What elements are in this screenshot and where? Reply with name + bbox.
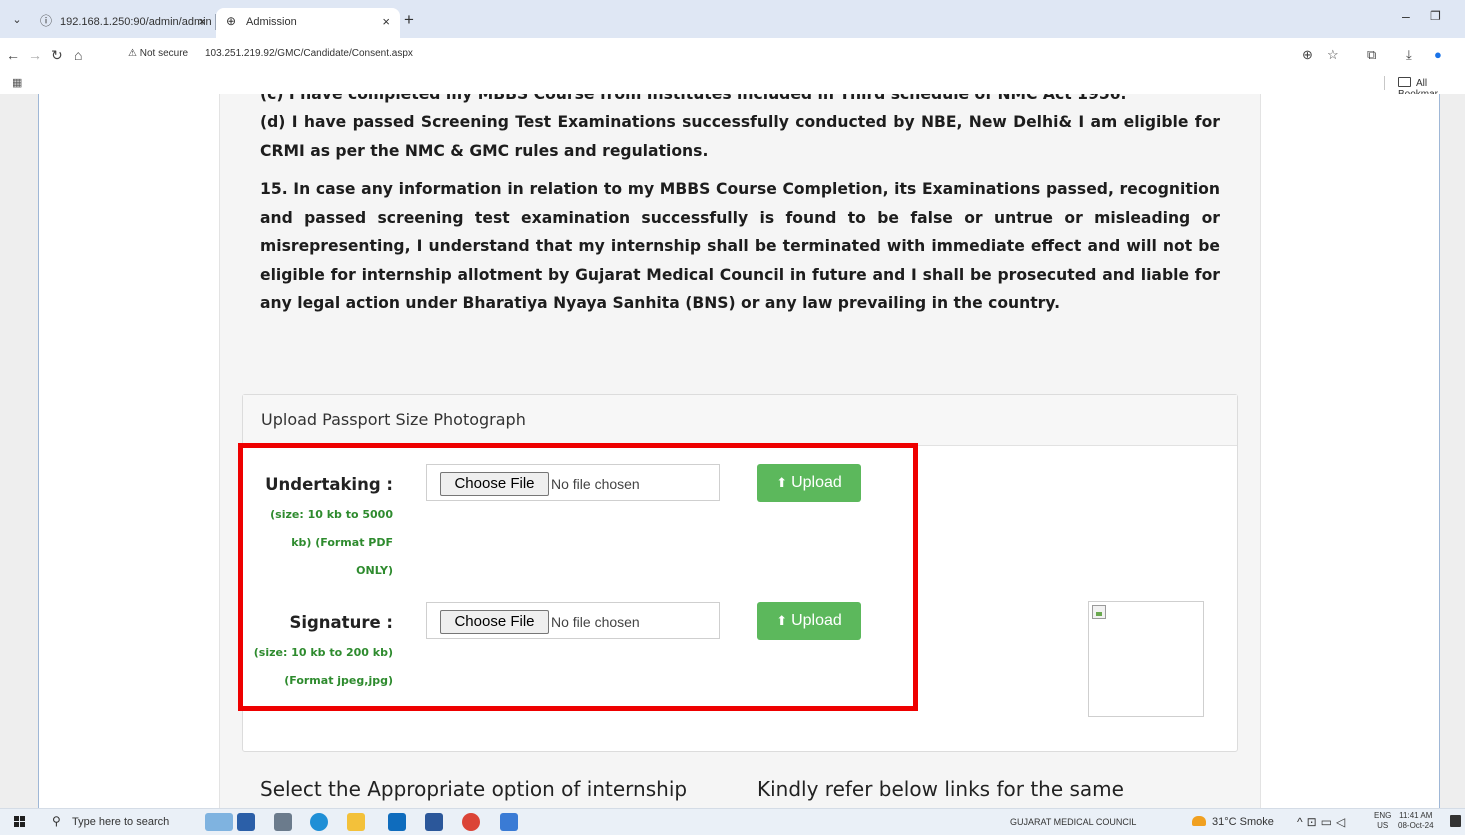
news-widget-icon[interactable]	[205, 813, 233, 831]
signature-hint-2: (Format jpeg,jpg)	[284, 674, 393, 687]
upload-card-header: Upload Passport Size Photograph	[243, 395, 1237, 446]
new-tab-button[interactable]: +	[404, 10, 414, 30]
broken-image-icon	[1092, 605, 1106, 619]
signature-choose-file-button[interactable]: Choose File	[440, 610, 549, 634]
bookmark-star-icon[interactable]: ☆	[1327, 47, 1339, 63]
tab-admin-label: 192.168.1.250:90/admin/admin	[60, 16, 212, 28]
system-tray-icons[interactable]: ^⊡▭◁	[1297, 815, 1349, 829]
undertaking-hint-3: ONLY)	[356, 564, 393, 577]
undertaking-hint-2: kb) (Format PDF	[291, 536, 393, 549]
clock-time: 11:41 AM	[1399, 811, 1433, 820]
tab-search-chevron-icon[interactable]: ⌄	[9, 12, 25, 28]
notification-icon[interactable]	[1450, 815, 1461, 827]
language-indicator[interactable]: ENG US	[1374, 811, 1391, 831]
home-icon[interactable]: ⌂	[74, 47, 82, 63]
clause-d-text: (d) I have passed Screening Test Examina…	[260, 113, 1220, 160]
undertaking-choose-file-button[interactable]: Choose File	[440, 472, 549, 496]
undertaking-no-file-text: No file chosen	[551, 476, 640, 492]
taskbar-caption: GUJARAT MEDICAL COUNCIL	[1010, 817, 1137, 827]
windows-start-icon[interactable]	[14, 816, 26, 828]
refer-links-heading: Kindly refer below links for the same	[757, 777, 1124, 801]
upload-icon: ⬆	[776, 613, 788, 628]
undertaking-file-input[interactable]: Choose File No file chosen	[426, 464, 720, 501]
back-arrow-icon[interactable]: ←	[6, 47, 20, 63]
clause-c-text: (c) I have completed my MBBS Course from…	[260, 94, 1127, 103]
upload-icon: ⬆	[776, 475, 788, 490]
zoom-icon[interactable]: ⊕	[1302, 47, 1313, 63]
close-tab-icon[interactable]: ×	[382, 8, 390, 36]
consent-content-panel: (c) I have completed my MBBS Course from…	[219, 94, 1261, 808]
undertaking-hint-1: (size: 10 kb to 5000	[270, 508, 393, 521]
signature-upload-label: Upload	[791, 612, 842, 629]
word-icon[interactable]	[425, 813, 443, 831]
tab-admission-label: Admission	[246, 16, 297, 28]
file-explorer-icon[interactable]	[347, 813, 365, 831]
url-text[interactable]: 103.251.219.92/GMC/Candidate/Consent.asp…	[205, 48, 413, 59]
not-secure-badge[interactable]: ⚠ Not secure	[128, 48, 188, 59]
weather-widget[interactable]: 31°C Smoke	[1192, 816, 1274, 828]
tab-admission[interactable]: ⊕ Admission ×	[216, 8, 400, 38]
weather-icon	[1192, 816, 1206, 826]
address-bar[interactable]: ⚠ Not secure 103.251.219.92/GMC/Candidat…	[118, 42, 1350, 68]
page-viewport[interactable]: (c) I have completed my MBBS Course from…	[0, 94, 1465, 808]
signature-file-input[interactable]: Choose File No file chosen	[426, 602, 720, 639]
taskbar-clock[interactable]: 11:41 AM 08-Oct-24	[1398, 811, 1434, 831]
bookmarks-separator	[1384, 76, 1385, 90]
tab-admin[interactable]: ⓘ 192.168.1.250:90/admin/admin ×	[30, 8, 216, 38]
info-icon: ⓘ	[40, 14, 53, 28]
signature-upload-button[interactable]: ⬆ Upload	[757, 602, 861, 640]
globe-icon: ⊕	[226, 14, 237, 28]
restore-icon[interactable]: ❐	[1430, 9, 1441, 23]
upload-card: Upload Passport Size Photograph Undertak…	[238, 394, 1238, 752]
internship-option-heading: Select the Appropriate option of interns…	[260, 777, 688, 801]
extensions-icon[interactable]: ⧉	[1367, 47, 1376, 63]
taskbar-search[interactable]: ⚲ Type here to search	[40, 809, 200, 835]
undertaking-label: Undertaking :	[265, 475, 393, 494]
download-icon[interactable]: ⤓	[1406, 47, 1412, 63]
folder-icon	[1398, 77, 1411, 87]
profile-avatar-icon[interactable]: ●	[1434, 47, 1442, 63]
chrome-icon[interactable]	[462, 813, 480, 831]
search-icon: ⚲	[52, 814, 61, 828]
signature-no-file-text: No file chosen	[551, 614, 640, 630]
edge-browser-icon[interactable]	[310, 813, 328, 831]
taskbar-search-placeholder: Type here to search	[72, 816, 170, 828]
undertaking-upload-label: Upload	[791, 474, 842, 491]
apps-grid-icon[interactable]: ▦	[12, 76, 22, 89]
display-app-icon[interactable]	[237, 813, 255, 831]
undertaking-upload-button[interactable]: ⬆ Upload	[757, 464, 861, 502]
clause-15-text: 15. In case any information in relation …	[260, 180, 1220, 312]
clock-date: 08-Oct-24	[1398, 821, 1434, 830]
signature-hint-1: (size: 10 kb to 200 kb)	[253, 646, 393, 659]
photo-preview	[1088, 601, 1204, 717]
forward-arrow-icon[interactable]: →	[28, 47, 42, 63]
bookmarks-bar: ▦ All Bookmar	[0, 72, 1465, 100]
outlook-icon[interactable]	[388, 813, 406, 831]
windows-taskbar: ⚲ Type here to search GUJARAT MEDICAL CO…	[0, 808, 1465, 835]
task-view-icon[interactable]	[274, 813, 292, 831]
outer-page-panel: (c) I have completed my MBBS Course from…	[38, 94, 1440, 808]
browser-toolbar: ← → ↻ ⌂ ⚠ Not secure 103.251.219.92/GMC/…	[0, 38, 1465, 72]
browser-tab-strip: ⌄ ⓘ 192.168.1.250:90/admin/admin × ⊕ Adm…	[0, 0, 1465, 38]
calculator-icon[interactable]	[500, 813, 518, 831]
signature-label: Signature :	[289, 613, 393, 632]
reload-icon[interactable]: ↻	[51, 47, 63, 63]
minimize-icon[interactable]: –	[1402, 8, 1410, 24]
close-tab-icon[interactable]: ×	[198, 8, 206, 36]
